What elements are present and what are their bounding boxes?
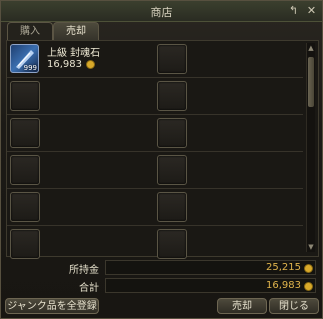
list-row: 999 上級 封魂石 16,983 — [7, 41, 303, 77]
sell-button[interactable]: 売却 — [217, 298, 267, 314]
close-button[interactable]: 閉じる — [269, 298, 319, 314]
item-slot[interactable]: 999 — [10, 44, 39, 73]
register-all-junk-button[interactable]: ジャンク品を全登録 — [5, 298, 99, 314]
list-row — [7, 152, 303, 188]
held-money-row: 所持金 25,215 — [61, 260, 316, 276]
item-name: 上級 封魂石 — [47, 48, 101, 59]
tab-buy[interactable]: 購入 — [7, 22, 53, 41]
empty-slot[interactable] — [157, 44, 187, 74]
total-row: 合計 16,983 — [61, 278, 316, 294]
empty-slot[interactable] — [10, 118, 40, 148]
held-money-label: 所持金 — [69, 265, 99, 276]
empty-slot[interactable] — [10, 229, 40, 259]
title-bar[interactable]: 商店 ↰ ✕ — [1, 1, 322, 22]
coin-icon — [304, 282, 313, 291]
list-row — [7, 78, 303, 114]
close-icon[interactable]: ✕ — [305, 4, 318, 17]
soul-stone-icon[interactable]: 999 — [10, 44, 39, 73]
empty-slot[interactable] — [157, 118, 187, 148]
sell-item-list: 999 上級 封魂石 16,983 ▲ ▼ — [6, 40, 319, 259]
tab-sell[interactable]: 売却 — [53, 22, 99, 41]
empty-slot[interactable] — [10, 155, 40, 185]
scrollbar[interactable]: ▲ ▼ — [306, 43, 315, 252]
total-value: 16,983 — [266, 280, 301, 291]
empty-slot[interactable] — [10, 81, 40, 111]
coin-icon — [86, 59, 95, 69]
scroll-up-icon[interactable]: ▲ — [307, 44, 315, 52]
scroll-thumb[interactable] — [308, 57, 314, 107]
list-row — [7, 189, 303, 225]
empty-slot[interactable] — [157, 155, 187, 185]
item-price: 16,983 — [47, 59, 95, 70]
empty-slot[interactable] — [157, 81, 187, 111]
shop-window: 商店 ↰ ✕ 購入 売却 999 上級 封魂石 16,983 ▲ ▼ 所持金 2… — [0, 0, 323, 319]
reset-position-icon[interactable]: ↰ — [287, 4, 300, 17]
held-money-value: 25,215 — [266, 262, 301, 273]
list-row — [7, 115, 303, 151]
total-label: 合計 — [79, 283, 99, 294]
empty-slot[interactable] — [157, 192, 187, 222]
held-money-box: 25,215 — [105, 260, 316, 275]
empty-slot[interactable] — [157, 229, 187, 259]
total-box: 16,983 — [105, 278, 316, 293]
window-title: 商店 — [150, 6, 173, 19]
coin-icon — [304, 264, 313, 273]
empty-slot[interactable] — [10, 192, 40, 222]
item-quantity: 999 — [23, 64, 37, 72]
list-row — [7, 226, 303, 259]
scroll-down-icon[interactable]: ▼ — [307, 243, 315, 251]
